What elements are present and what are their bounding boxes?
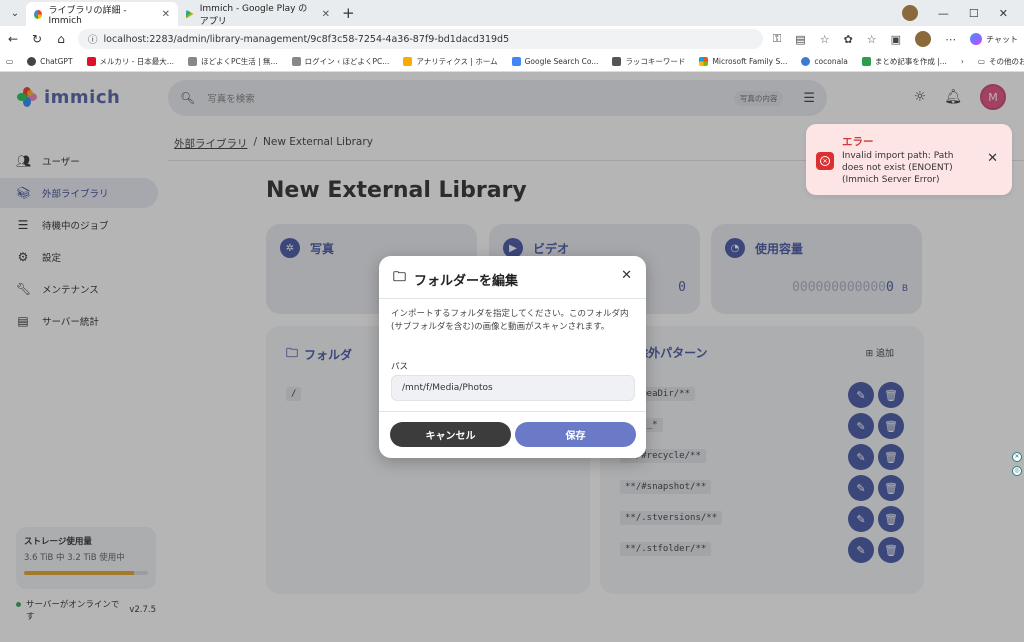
bookmark-item[interactable]: coconala [801,57,848,66]
bookmark-item[interactable]: まとめ記事を作成 |... [861,56,947,67]
rakko-icon [612,57,622,66]
copilot-icon [970,33,983,45]
error-toast: ✕ エラー Invalid import path: Path does not… [806,124,1012,195]
dialog-divider [379,298,646,299]
bookmark-item[interactable]: ログイン ‹ ほどよくPC... [291,56,389,67]
bookmark-item[interactable]: ほどよくPC生活 | 無... [187,56,278,67]
refresh-icon[interactable]: ↻ [30,32,44,46]
collections-icon[interactable]: ▣ [891,33,901,46]
window-controls: — ☐ ✕ [901,0,1024,26]
bookmarks-more-chevron-icon[interactable]: › [961,57,964,66]
site-info-icon[interactable]: ⓘ [88,32,98,46]
widget-icon[interactable]: ◎ [1012,466,1022,476]
home-icon[interactable]: ⌂ [54,32,68,46]
address-bar: ← ↻ ⌂ ⓘ localhost:2283/admin/library-man… [0,26,1024,52]
toolbar-icons: ⚿ ▤ ☆ ✿ ☆ ▣ ⋯ チャット [773,31,1018,47]
edit-folder-dialog: 🗀︎ フォルダーを編集 ✕ インポートするフォルダを指定してください。このフォル… [379,256,646,458]
dialog-title: フォルダーを編集 [414,273,519,289]
copilot-chat-button[interactable]: チャット [970,33,1018,45]
dialog-divider [379,411,646,412]
url-field[interactable]: ⓘ localhost:2283/admin/library-managemen… [78,29,763,49]
more-icon[interactable]: ⋯ [945,33,956,46]
microsoft-icon [699,57,709,66]
immich-favicon-icon [34,9,43,19]
chatgpt-icon [27,57,37,66]
profile-icon[interactable] [915,31,932,47]
browser-tab-immich[interactable]: ライブラリの詳細 - Immich ✕ [26,2,178,26]
tab-list-chevron-icon[interactable]: ⌄ [4,2,26,24]
new-tab-plus-icon[interactable]: + [342,4,355,22]
dialog-description: インポートするフォルダを指定してください。このフォルダ内(サブフォルダを含む)の… [391,309,629,332]
bookmark-item[interactable]: Microsoft Family S... [699,57,787,66]
url-text: localhost:2283/admin/library-management/… [103,33,510,45]
key-icon[interactable]: ⚿ [773,32,781,46]
pc-icon [291,57,301,66]
reader-icon[interactable]: ▤ [795,33,805,46]
close-dialog-icon[interactable]: ✕ [621,268,632,283]
bookmark-panel-icon[interactable]: ▭ [6,57,13,66]
favorites-icon[interactable]: ☆ [867,33,877,46]
google-play-icon [186,9,194,19]
extensions-icon[interactable]: ✿ [844,33,853,46]
cancel-button[interactable]: キャンセル [390,422,511,447]
path-label: パス [391,362,409,372]
close-window-icon[interactable]: ✕ [999,7,1008,20]
browser-tab-bar: ⌄ ライブラリの詳細 - Immich ✕ Immich - Google Pl… [0,0,1024,27]
bookmark-item[interactable]: Google Search Co... [511,57,598,66]
tab-title: ライブラリの詳細 - Immich [48,5,127,26]
bookmarks-bar: ▭ ChatGPT メルカリ - 日本最大... ほどよくPC生活 | 無...… [0,52,1024,72]
save-button[interactable]: 保存 [515,422,636,447]
bookmark-other-folder[interactable]: ▭その他のお気に入り [978,56,1024,67]
close-tab-icon[interactable]: ✕ [162,9,170,20]
favorite-star-icon[interactable]: ☆ [820,33,830,46]
edge-widget: ✕ ◎ [1012,452,1022,476]
error-icon: ✕ [816,152,834,170]
maximize-icon[interactable]: ☐ [969,7,979,20]
folder-sync-icon: 🗀︎ [393,270,407,285]
search-console-icon [511,57,521,66]
tab-title: Immich - Google Play のアプリ [199,4,308,27]
close-widget-icon[interactable]: ✕ [1012,452,1022,462]
analytics-icon [403,57,413,66]
coconala-icon [801,57,811,66]
close-tab-icon[interactable]: ✕ [322,9,330,20]
bookmark-item[interactable]: ラッコキーワード [612,56,685,67]
bookmark-item[interactable]: アナリティクス | ホーム [403,56,498,67]
mercari-icon [86,57,96,66]
path-input[interactable] [391,375,635,401]
back-arrow-icon[interactable]: ← [6,32,20,46]
profile-avatar[interactable] [901,5,918,21]
close-toast-icon[interactable]: ✕ [987,151,998,166]
bookmark-item[interactable]: メルカリ - 日本最大... [86,56,174,67]
toast-message: Invalid import path: Path does not exist… [842,151,954,185]
bookmark-item[interactable]: ChatGPT [27,57,73,66]
pc-icon [187,57,197,66]
browser-tab-play[interactable]: Immich - Google Play のアプリ ✕ [178,2,338,27]
toast-title: エラー [842,136,874,148]
matome-icon [861,57,871,66]
minimize-icon[interactable]: — [938,7,949,20]
folder-icon: ▭ [977,57,986,66]
